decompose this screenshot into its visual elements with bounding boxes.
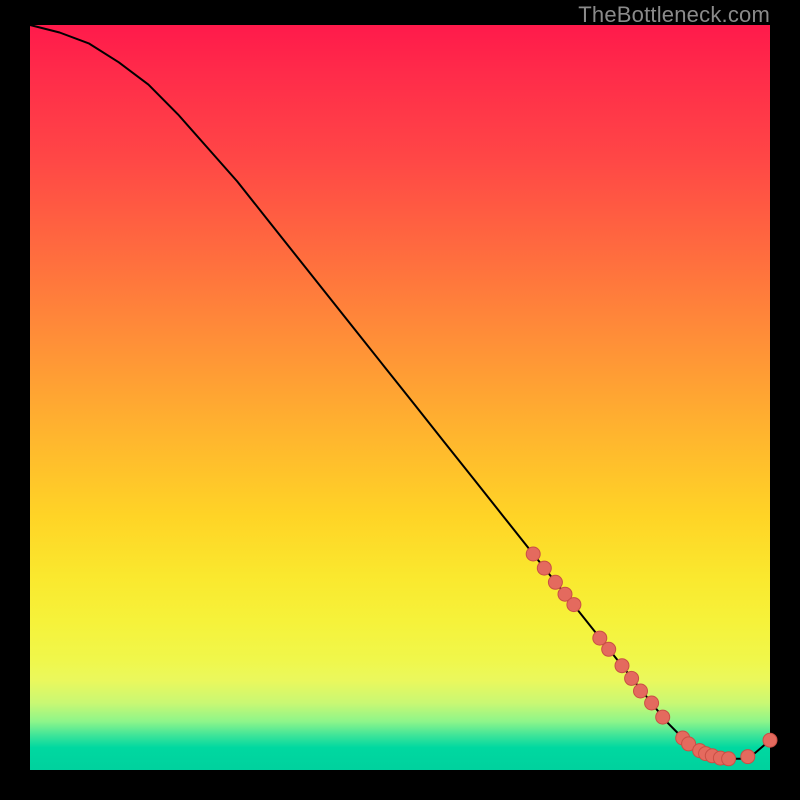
marker-dot xyxy=(634,684,648,698)
marker-dot xyxy=(526,547,540,561)
marker-dot xyxy=(763,733,777,747)
marker-dot xyxy=(548,575,562,589)
curve-svg xyxy=(30,25,770,770)
chart-stage: TheBottleneck.com xyxy=(0,0,800,800)
marker-dot xyxy=(656,710,670,724)
marker-dot xyxy=(602,642,616,656)
marker-dot xyxy=(567,598,581,612)
marker-dot xyxy=(645,696,659,710)
bottleneck-curve xyxy=(30,25,770,759)
marker-dot xyxy=(615,659,629,673)
marker-dot xyxy=(722,752,736,766)
marker-dot xyxy=(741,750,755,764)
plot-area xyxy=(30,25,770,770)
curve-markers xyxy=(526,547,777,766)
marker-dot xyxy=(625,671,639,685)
marker-dot xyxy=(537,561,551,575)
